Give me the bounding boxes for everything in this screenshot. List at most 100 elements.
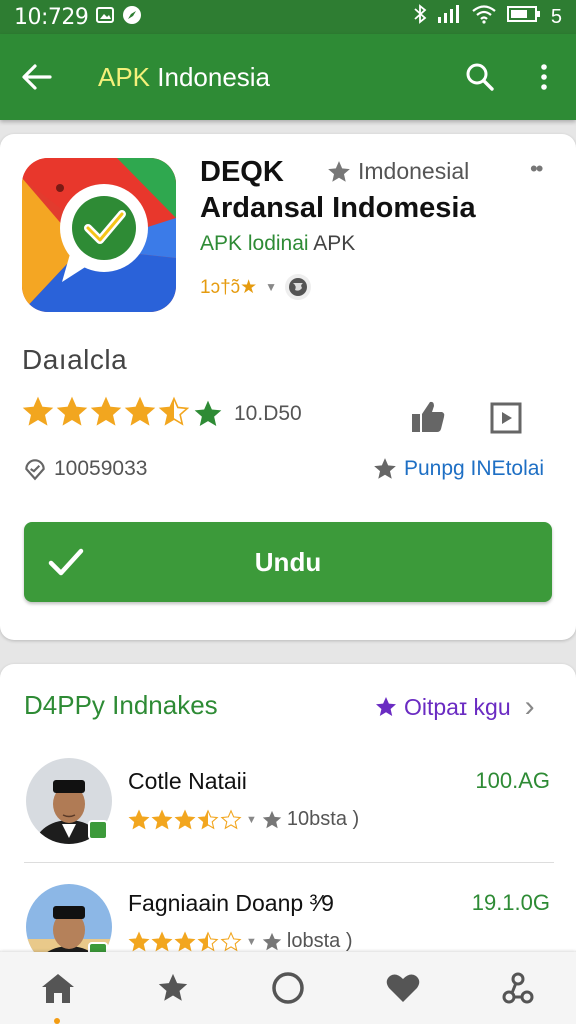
- check-icon: [48, 548, 84, 576]
- see-more-link[interactable]: Oitpaɪ kgu ›: [374, 690, 535, 724]
- active-indicator: [54, 1018, 60, 1024]
- heart-icon: [386, 974, 420, 1002]
- item-rating-label: 10bsta ): [286, 808, 360, 830]
- home-icon: [41, 974, 74, 1003]
- rating-star-icon: [174, 808, 196, 829]
- status-right: 5: [413, 4, 562, 30]
- language-label: Imdonesial: [326, 158, 469, 185]
- mini-rating: 1ɔ†ɔ̃★ ▼: [200, 274, 312, 300]
- thumbs-up-button[interactable]: [408, 398, 448, 438]
- rating-star-icon: [158, 396, 190, 426]
- list-item[interactable]: Cotle Nataii ▼ 10bsta ) 100.AG: [0, 750, 576, 870]
- arrow-left-icon: [22, 64, 52, 90]
- mini-rating-text: 1ɔ†ɔ̃★: [200, 276, 258, 298]
- star-icon: [262, 810, 282, 828]
- app-bar-actions: [448, 34, 576, 120]
- popular-label: Punpg INEtolai: [404, 457, 545, 480]
- green-badge-icon: [194, 400, 222, 426]
- download-button[interactable]: Undu: [24, 522, 552, 602]
- circle-icon: [272, 972, 304, 1004]
- sparkle-star-icon: [376, 697, 396, 716]
- rating-star-icon: [128, 808, 150, 829]
- app-subtitle: APK lodinai APK: [200, 232, 355, 256]
- section-title: Daıalcla: [22, 344, 128, 375]
- nav-liked[interactable]: [346, 952, 461, 1024]
- compass-notification-icon: [122, 5, 142, 30]
- item-name: Fagniaain Doanp ³⁄9: [128, 890, 334, 916]
- rating-star-icon: [90, 396, 122, 426]
- caret-down-icon: ▼: [246, 935, 257, 948]
- wifi-icon: [471, 4, 497, 30]
- app-detail-card: DEQK Imdonesial •• Ardansal Indomesia AP…: [0, 134, 576, 640]
- app-icon: [22, 158, 176, 312]
- divider: [24, 862, 554, 863]
- rating-star-icon: [56, 396, 88, 426]
- verified-badge-icon: [88, 820, 108, 840]
- app-bar: APK Indonesia: [0, 34, 576, 120]
- rating-count: 10.D50: [234, 402, 302, 425]
- item-stars: [128, 930, 242, 953]
- search-icon: [466, 63, 494, 91]
- rating-star-icon: [124, 396, 156, 426]
- video-box-icon: [490, 402, 522, 434]
- item-stars: [128, 808, 242, 831]
- rating-star-icon: [220, 930, 242, 951]
- nav-favorites[interactable]: [115, 952, 230, 1024]
- rating-star-icon: [197, 930, 219, 951]
- app-name-line2: Ardansal Indomesia: [200, 192, 476, 224]
- star-icon: [374, 458, 396, 479]
- rating-extra: 10.D50: [192, 398, 302, 430]
- more-vert-icon: [541, 64, 547, 90]
- status-bar: 10:729 5: [0, 0, 576, 34]
- status-time: 10:729: [14, 4, 89, 30]
- rating-star-icon: [197, 808, 219, 829]
- subtitle-rest: APK: [308, 232, 356, 255]
- see-more-label: Oitpaɪ kgu: [404, 693, 511, 720]
- language-text: Imdonesial: [358, 158, 470, 184]
- location-count: 10059033: [54, 457, 148, 480]
- nav-share[interactable]: [461, 952, 576, 1024]
- bluetooth-icon: [413, 4, 427, 30]
- search-button[interactable]: [448, 34, 512, 120]
- rating-star-icon: [151, 808, 173, 829]
- title-rest: Indonesia: [150, 61, 271, 92]
- caret-down-icon: ▼: [265, 280, 278, 294]
- chevron-right-icon: ›: [524, 690, 535, 723]
- rating-star-icon: [174, 930, 196, 951]
- star-icon: [158, 973, 187, 1001]
- globe-icon[interactable]: [285, 274, 312, 300]
- overflow-menu-button[interactable]: [512, 34, 576, 120]
- item-value: 19.1.0G: [471, 890, 550, 915]
- item-rating: ▼ lobsta ): [128, 930, 352, 953]
- download-label: Undu: [254, 546, 322, 577]
- rating-star-icon: [220, 808, 242, 829]
- location-row: 10059033: [22, 456, 147, 482]
- bottom-navigation: [0, 952, 576, 1024]
- rating-star-icon: [128, 930, 150, 951]
- item-name: Cotle Nataii: [128, 768, 247, 794]
- signal-icon: [437, 4, 461, 30]
- star-icon: [328, 160, 350, 182]
- back-button[interactable]: [0, 34, 74, 120]
- nav-circle[interactable]: [230, 952, 345, 1024]
- card-more-icon[interactable]: ••: [530, 156, 543, 182]
- popular-link[interactable]: Punpg INEtolai: [372, 456, 544, 482]
- title-highlight: APK: [98, 61, 151, 92]
- app-bar-title: APK Indonesia: [98, 62, 270, 93]
- subtitle-green: APK lodinai: [200, 232, 309, 255]
- video-button[interactable]: [488, 400, 524, 436]
- image-notification-icon: [96, 6, 115, 28]
- item-rating: ▼ 10bsta ): [128, 808, 359, 831]
- nav-home[interactable]: [0, 952, 115, 1024]
- rating-star-icon: [22, 396, 54, 426]
- rating-star-icon: [151, 930, 173, 951]
- related-apps-card: D4PPy Indnakes Oitpaɪ kgu › Cotle Nataii…: [0, 664, 576, 970]
- status-right-text: 5: [550, 5, 562, 28]
- location-icon: [25, 459, 45, 481]
- share-icon: [502, 972, 534, 1004]
- star-icon: [262, 932, 282, 950]
- thumbs-up-icon: [412, 401, 445, 432]
- item-rating-label: lobsta ): [286, 930, 353, 952]
- list-title: D4PPy Indnakes: [24, 690, 218, 720]
- app-name-line1: DEQK: [200, 156, 284, 188]
